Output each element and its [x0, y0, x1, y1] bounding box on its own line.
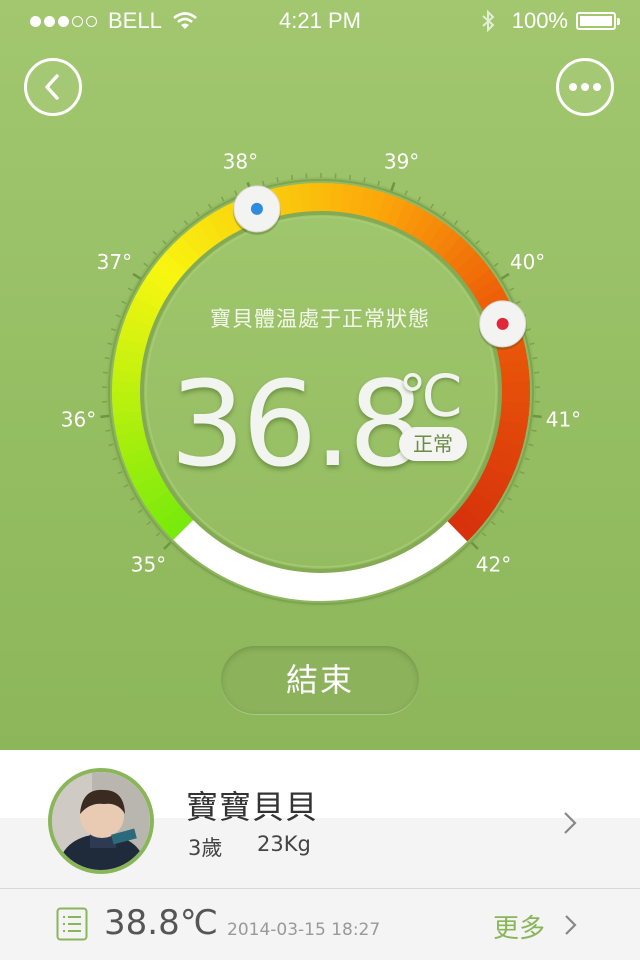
- baby-name: 寶寶貝貝: [186, 788, 319, 826]
- scale-label: 41°: [546, 407, 581, 431]
- gauge-tick: [112, 457, 118, 461]
- gauge-tick: [195, 211, 200, 217]
- gauge-tick: [470, 541, 479, 550]
- gauge-tick: [417, 196, 422, 202]
- scale-label: 37°: [97, 250, 132, 274]
- gauge-tick: [105, 429, 111, 432]
- gauge-tick: [146, 521, 152, 526]
- gauge-tick: [123, 484, 129, 488]
- status-badge: 正常: [399, 427, 467, 461]
- gauge-tick: [348, 174, 352, 181]
- gauge-tick: [484, 251, 490, 256]
- last-record-time: 2014-03-15 18:27: [227, 920, 381, 940]
- gauge-tick: [499, 509, 505, 514]
- baby-profile[interactable]: [0, 750, 640, 888]
- gauge-tick: [183, 220, 189, 226]
- gauge-tick: [430, 203, 434, 209]
- gauge-tick: [404, 190, 408, 196]
- gauge-tick: [127, 287, 133, 292]
- gauge-tick: [104, 357, 110, 360]
- gauge-tick: [130, 496, 136, 501]
- gauge-tick: [524, 457, 530, 461]
- gauge-tick: [490, 521, 496, 526]
- scale-label: 36°: [61, 407, 96, 431]
- gauge-tick: [500, 272, 510, 280]
- gauge-tick: [519, 470, 525, 475]
- avatar-image: [52, 772, 150, 870]
- status-message: 寶貝體温處于正常狀態: [210, 307, 430, 331]
- gauge-tick: [132, 272, 142, 280]
- gauge-tick: [532, 357, 538, 360]
- gauge-tick: [234, 190, 238, 196]
- gauge-tick: [506, 496, 512, 501]
- gauge-tick: [162, 240, 167, 245]
- gauge-tick: [143, 262, 149, 267]
- current-temperature: 36.8: [170, 355, 424, 493]
- gauge-tick: [155, 532, 161, 537]
- more-chevron-icon[interactable]: [563, 913, 577, 937]
- scale-label: 42°: [476, 553, 511, 577]
- gauge-tick: [276, 177, 279, 183]
- end-button[interactable]: 結束: [221, 646, 419, 714]
- scale-label: 39°: [384, 150, 419, 174]
- gauge-tick: [532, 414, 542, 419]
- gauge-tick: [163, 541, 172, 550]
- gauge-tick: [220, 196, 225, 202]
- gauge-tick: [531, 429, 537, 432]
- scale-label: 35°: [131, 553, 166, 577]
- low-alarm-handle[interactable]: [232, 185, 281, 235]
- baby-weight: 23Kg: [257, 832, 311, 856]
- gauge-tick: [475, 240, 480, 245]
- gauge-tick: [442, 211, 447, 217]
- gauge-tick: [363, 177, 366, 183]
- baby-age: 3歲: [188, 836, 223, 860]
- gauge-tick: [493, 262, 499, 267]
- gauge-tick: [137, 509, 143, 514]
- gauge-tick: [172, 229, 178, 235]
- temperature-unit: ℃: [398, 362, 464, 430]
- gauge-tick: [513, 484, 519, 488]
- gauge-tick: [152, 251, 158, 256]
- last-record-temperature: 38.8℃: [104, 903, 218, 943]
- scale-label: 38°: [223, 150, 258, 174]
- gauge-tick: [481, 532, 487, 537]
- avatar: [48, 768, 154, 874]
- gauge-tick: [208, 203, 212, 209]
- scale-label: 40°: [510, 250, 545, 274]
- gauge-tick: [100, 414, 110, 419]
- gauge-tick: [290, 174, 294, 181]
- gauge-tick: [453, 220, 459, 226]
- gauge-tick: [390, 182, 396, 192]
- more-link[interactable]: 更多: [493, 908, 545, 945]
- chevron-right-icon[interactable]: [562, 810, 578, 836]
- gauge-arc-segment: [446, 511, 477, 542]
- gauge-tick: [117, 470, 123, 475]
- gauge-tick: [464, 229, 470, 235]
- gauge-tick: [509, 287, 515, 292]
- record-list-icon: [56, 907, 88, 941]
